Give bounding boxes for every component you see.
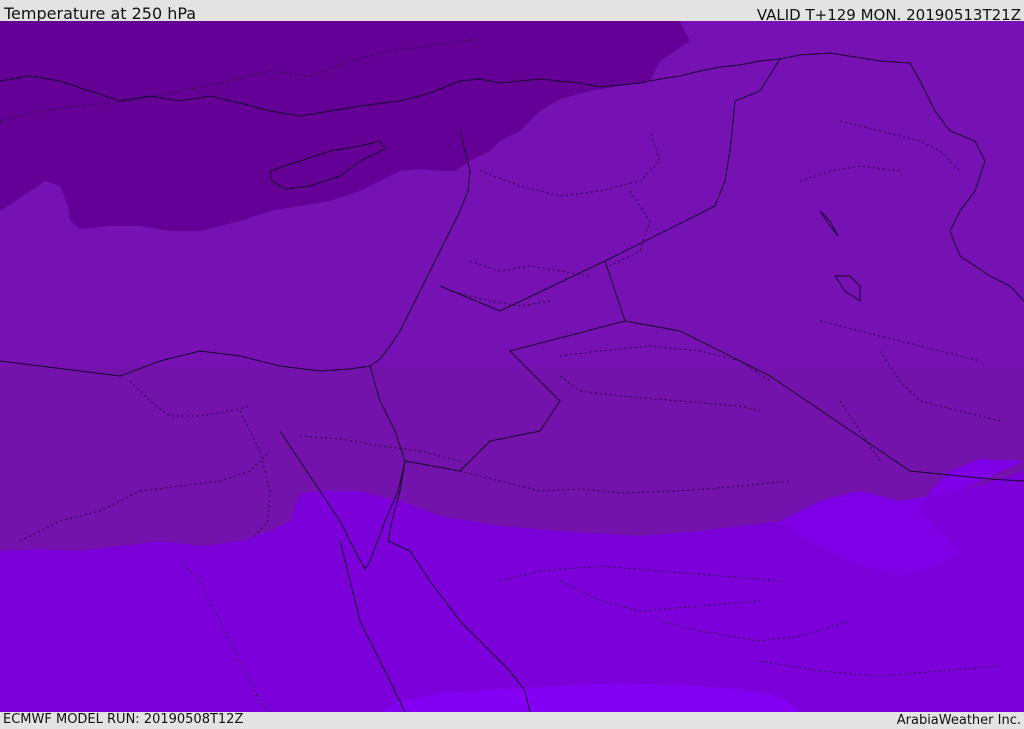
header-bar: Temperature at 250 hPa VALID T+129 MON. … bbox=[0, 0, 1024, 24]
weather-map bbox=[0, 21, 1024, 712]
credit-label: ArabiaWeather Inc. bbox=[896, 713, 1021, 728]
model-run-label: ECMWF MODEL RUN: 20190508T12Z bbox=[3, 712, 244, 727]
map-frame: Temperature at 250 hPa VALID T+129 MON. … bbox=[0, 0, 1024, 729]
map-canvas bbox=[0, 21, 1024, 712]
footer-bar: ECMWF MODEL RUN: 20190508T12Z ArabiaWeat… bbox=[0, 712, 1024, 729]
